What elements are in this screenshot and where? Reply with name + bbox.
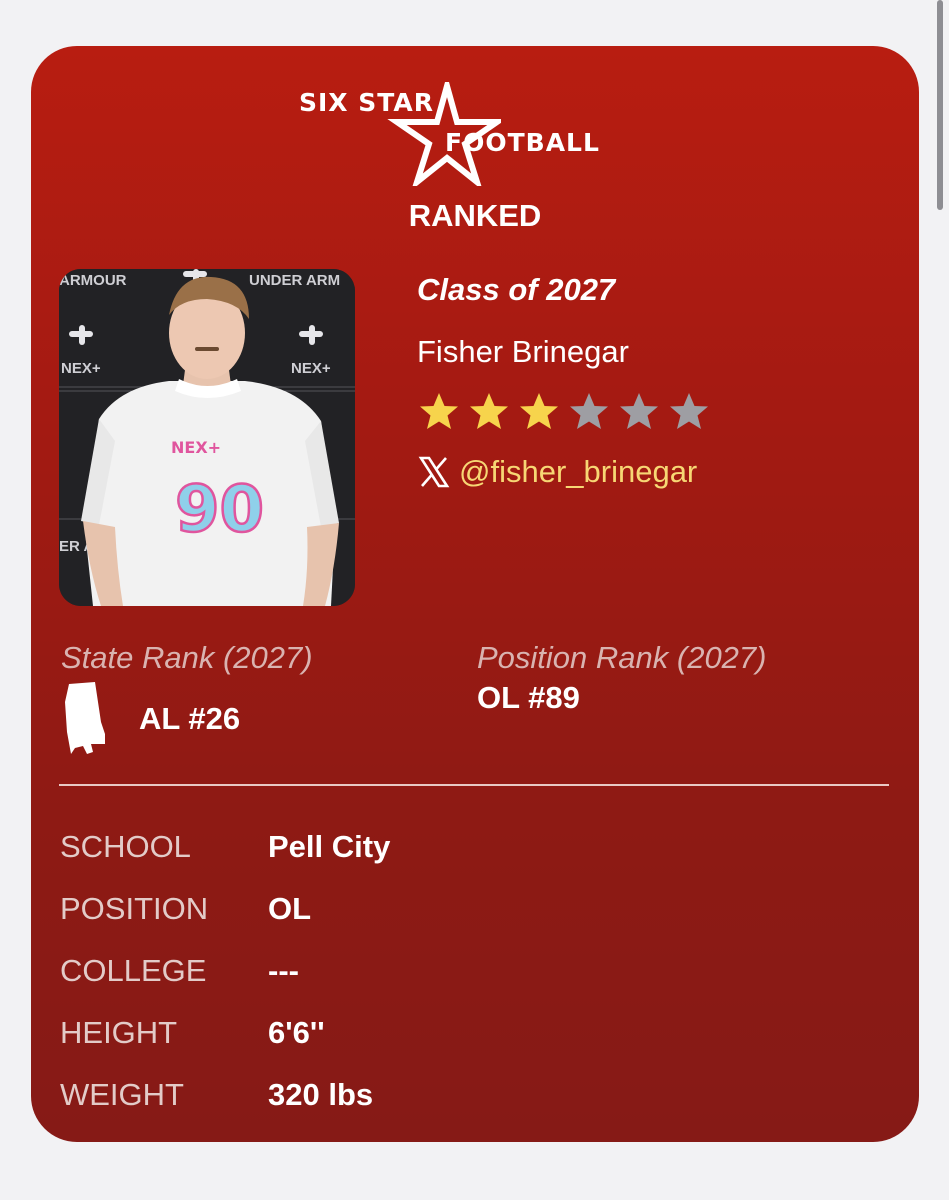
player-photo-image: ARMOUR UNDER ARM NEX+ NEX+ ER AR R A	[59, 269, 355, 606]
player-name: Fisher Brinegar	[417, 334, 629, 369]
detail-row: WEIGHT 320 lbs	[60, 1064, 390, 1126]
page-scrollbar[interactable]	[937, 0, 943, 210]
detail-label: COLLEGE	[60, 953, 207, 988]
state-rank-value: AL #26	[139, 701, 241, 736]
player-details-table: SCHOOL Pell City POSITION OL COLLEGE --- HEIGH…	[60, 816, 390, 1126]
player-photo[interactable]: ARMOUR UNDER ARM NEX+ NEX+ ER AR R A	[59, 269, 355, 606]
backdrop-text: NEX+	[61, 360, 101, 377]
star-empty-icon	[570, 393, 608, 429]
six-star-football-logo[interactable]: SIX STAR FOOTBALL	[299, 82, 651, 192]
section-divider	[59, 784, 889, 786]
detail-value: Pell City	[268, 829, 391, 864]
detail-label: POSITION	[60, 891, 209, 926]
detail-row: SCHOOL Pell City	[60, 816, 390, 878]
detail-row: HEIGHT 6'6''	[60, 1002, 390, 1064]
state-rank-title: State Rank (2027)	[61, 640, 313, 675]
star-empty-icon	[620, 393, 658, 429]
alabama-state-icon	[65, 682, 105, 754]
player-info: Class of 2027 Fisher Brinegar @fisher_br…	[417, 272, 711, 490]
social-handle-text: @fisher_brinegar	[459, 454, 698, 489]
position-rank-value: OL #89	[477, 680, 580, 715]
backdrop-text: UNDER ARM	[249, 272, 340, 289]
backdrop-text: NEX+	[291, 360, 331, 377]
detail-row: COLLEGE ---	[60, 940, 390, 1002]
jersey-number-text: 90	[175, 473, 264, 547]
star-filled-icon	[520, 393, 558, 429]
star-filled-icon	[470, 393, 508, 429]
detail-value: ---	[268, 953, 299, 988]
social-handle-link[interactable]: @fisher_brinegar	[417, 454, 711, 490]
detail-value: OL	[268, 891, 312, 926]
player-card: SIX STAR FOOTBALL RANKED ARMOUR UNDER AR…	[31, 46, 919, 1142]
detail-label: HEIGHT	[60, 1015, 178, 1050]
class-year-label: Class of 2027	[417, 272, 616, 307]
position-rank: Position Rank (2027) OL #89	[477, 640, 767, 716]
jersey-brand-text: NEX+	[171, 438, 221, 457]
state-rank: State Rank (2027) AL #26	[61, 640, 313, 756]
detail-label: WEIGHT	[60, 1077, 184, 1112]
x-logo-icon	[418, 456, 450, 488]
backdrop-text: ARMOUR	[59, 272, 127, 289]
detail-label: SCHOOL	[60, 829, 191, 864]
logo-text-football: FOOTBALL	[445, 128, 600, 157]
star-empty-icon	[670, 393, 708, 429]
star-rating	[417, 390, 711, 434]
detail-value: 320 lbs	[268, 1077, 374, 1112]
detail-value: 6'6''	[268, 1015, 325, 1050]
position-rank-title: Position Rank (2027)	[477, 640, 767, 675]
star-filled-icon	[420, 393, 458, 429]
detail-row: POSITION OL	[60, 878, 390, 940]
ranked-badge: RANKED	[408, 198, 542, 233]
